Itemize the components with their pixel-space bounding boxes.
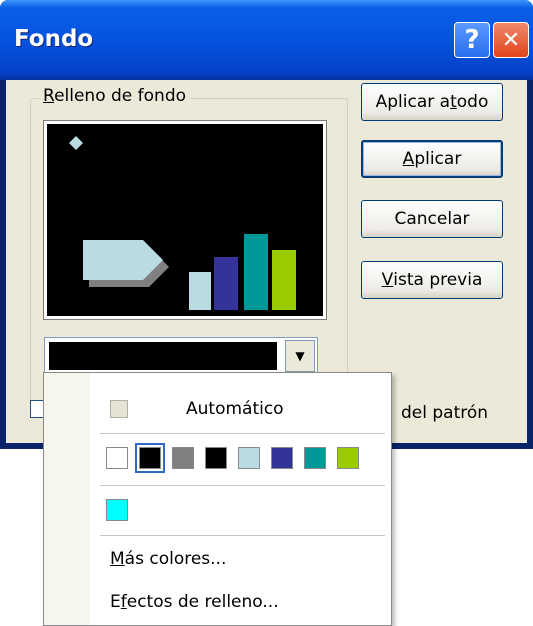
more-colors-item[interactable]: Más colores...	[110, 549, 226, 569]
color-swatch-black-2[interactable]	[205, 447, 227, 469]
preview-bar-4	[272, 250, 296, 310]
dialog-title: Fondo	[14, 26, 94, 52]
color-swatch-light-blue[interactable]	[238, 447, 260, 469]
close-icon: ✕	[501, 27, 521, 53]
color-swatch-black[interactable]	[135, 443, 165, 473]
combo-dropdown-button[interactable]: ▼	[285, 340, 315, 372]
fill-effects-item[interactable]: Efectos de relleno...	[110, 592, 279, 612]
menu-separator	[100, 485, 385, 486]
preview-graphic	[47, 124, 323, 316]
chevron-down-icon: ▼	[295, 349, 305, 363]
color-swatch-gray[interactable]	[172, 447, 194, 469]
menu-separator	[100, 535, 385, 536]
apply-button[interactable]: Aplicar	[361, 140, 503, 178]
automatic-color-swatch[interactable]	[110, 400, 128, 418]
help-icon: ?	[464, 25, 480, 55]
selected-color-swatch	[49, 342, 277, 370]
close-button[interactable]: ✕	[493, 22, 529, 58]
recent-color-cyan[interactable]	[106, 499, 128, 521]
preview-bar-1	[189, 272, 211, 310]
automatic-option[interactable]: Automático	[186, 399, 284, 419]
help-button[interactable]: ?	[454, 22, 490, 58]
color-swatch-white[interactable]	[106, 447, 128, 469]
color-swatch-teal[interactable]	[304, 447, 326, 469]
preview-button[interactable]: Vista previa	[361, 261, 503, 299]
menu-separator	[100, 433, 385, 434]
background-fill-label: Relleno de fondo	[39, 86, 191, 106]
color-swatch-indigo[interactable]	[271, 447, 293, 469]
cancel-button[interactable]: Cancelar	[361, 200, 503, 238]
color-swatch-lime[interactable]	[337, 447, 359, 469]
background-preview	[44, 121, 326, 319]
preview-bar-3	[244, 234, 268, 310]
title-bar[interactable]: Fondo ? ✕	[0, 0, 533, 80]
preview-bar-2	[214, 257, 238, 310]
menu-gutter	[44, 373, 90, 625]
fill-color-combo[interactable]: ▼	[44, 337, 318, 375]
omit-master-graphics-label: del patrón	[401, 403, 489, 423]
apply-all-button[interactable]: Aplicar a t odo	[361, 83, 503, 121]
color-dropdown-menu: Automático Más colores... Efectos de rel…	[43, 372, 392, 626]
